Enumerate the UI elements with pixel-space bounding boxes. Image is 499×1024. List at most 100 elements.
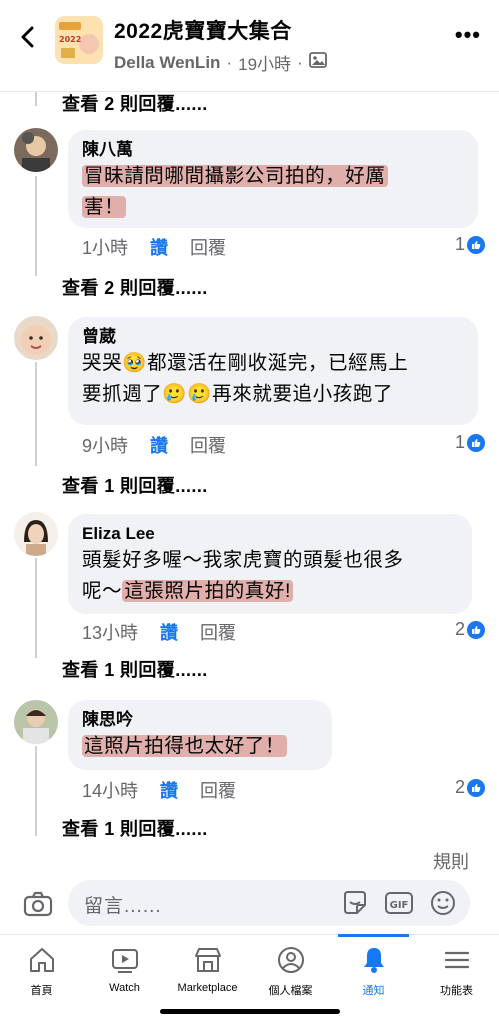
meta-dot: ·: [297, 52, 303, 72]
comment-line: 哭哭🥹都還活在剛收涎完，已經馬上: [82, 352, 409, 374]
avatar[interactable]: [14, 512, 58, 556]
tab-menu[interactable]: 功能表: [415, 935, 498, 1005]
highlight-mark: 這張照片拍的真好!: [122, 580, 294, 602]
view-replies-link[interactable]: 查看 1 則回覆......: [62, 656, 208, 682]
avatar[interactable]: [14, 316, 58, 360]
reaction-count[interactable]: 2: [455, 619, 485, 640]
comment-author[interactable]: Eliza Lee: [82, 523, 458, 545]
comment-author[interactable]: 陳八萬: [82, 139, 464, 161]
reply-button[interactable]: 回覆: [190, 234, 226, 260]
bell-icon: [359, 945, 389, 975]
tab-label: 通知: [362, 985, 385, 997]
post-author[interactable]: Della WenLin: [114, 53, 220, 73]
comment-time[interactable]: 13小時: [82, 619, 138, 645]
tab-label: 功能表: [440, 985, 473, 997]
photo-icon: [308, 52, 327, 73]
comment-composer: 留言...... GIF: [0, 880, 499, 930]
tab-home[interactable]: 首頁: [0, 935, 83, 1005]
comment-time[interactable]: 1小時: [82, 234, 128, 260]
tab-label: Watch: [109, 982, 140, 994]
reaction-number: 1: [454, 432, 465, 452]
like-button[interactable]: 讚: [150, 432, 168, 458]
highlight-mark: 這照片拍得也太好了！: [82, 735, 288, 757]
like-button[interactable]: 讚: [160, 619, 178, 645]
comment-actions: 1小時 讚 回覆: [82, 234, 226, 260]
post-meta: Della WenLin · 19小時 ·: [114, 50, 327, 75]
tab-label: 個人檔案: [268, 985, 313, 997]
view-replies-link[interactable]: 查看 2 則回覆......: [62, 274, 208, 300]
comment-bubble: 陳思吟 這照片拍得也太好了！: [68, 700, 332, 770]
camera-icon[interactable]: [22, 888, 54, 920]
comment-input[interactable]: 留言...... GIF: [68, 880, 470, 926]
like-reaction-icon: [467, 778, 485, 797]
comment-text: 頭髮好多喔～我家虎寶的頭髮也很多 呢～ 這張照片拍的真好!: [82, 545, 458, 607]
reply-button[interactable]: 回覆: [190, 432, 226, 458]
composer-icons: GIF: [340, 888, 458, 918]
thread-line: [35, 746, 37, 836]
sticker-icon[interactable]: [340, 888, 370, 918]
view-replies-link[interactable]: 查看 1 則回覆......: [62, 472, 208, 498]
comment-bubble: Eliza Lee 頭髮好多喔～我家虎寶的頭髮也很多 呢～ 這張照片拍的真好!: [68, 514, 472, 614]
reaction-number: 2: [454, 619, 465, 639]
gif-icon[interactable]: GIF: [384, 888, 414, 918]
marketplace-icon: [193, 945, 223, 975]
tab-label: Marketplace: [177, 982, 238, 994]
reaction-count[interactable]: 1: [455, 432, 485, 453]
profile-icon: [276, 945, 306, 975]
tab-notifications[interactable]: 通知: [332, 934, 415, 1005]
comment-author[interactable]: 陳思吟: [82, 709, 318, 731]
like-reaction-icon: [467, 235, 485, 254]
comment-time[interactable]: 14小時: [82, 777, 138, 803]
reaction-count[interactable]: 2: [455, 777, 485, 798]
reaction-number: 1: [454, 234, 465, 254]
comment-text: 哭哭🥹都還活在剛收涎完，已經馬上 要抓週了🥲🥲再來就要追小孩跑了: [82, 348, 464, 410]
tab-label: 首頁: [30, 985, 53, 997]
like-reaction-icon: [467, 433, 485, 452]
thread-line: [35, 558, 37, 658]
thread-line: [35, 92, 37, 106]
menu-icon: [442, 945, 472, 975]
group-title[interactable]: 2022虎寶寶大集合: [114, 15, 292, 45]
comment-bubble: 陳八萬 冒昧請問哪間攝影公司拍的，好厲 害！: [68, 130, 478, 228]
meta-dot: ·: [226, 52, 233, 72]
group-avatar[interactable]: 2022: [55, 16, 103, 64]
tab-marketplace[interactable]: Marketplace: [166, 935, 249, 1005]
watch-icon: [110, 945, 140, 975]
home-icon: [27, 945, 57, 975]
emoji-icon[interactable]: [428, 888, 458, 918]
comment-placeholder: 留言......: [84, 896, 162, 917]
tab-profile[interactable]: 個人檔案: [249, 935, 332, 1005]
reaction-number: 2: [454, 777, 465, 797]
view-replies-link[interactable]: 查看 1 則回覆......: [62, 815, 208, 841]
comment-time[interactable]: 9小時: [82, 432, 128, 458]
reply-button[interactable]: 回覆: [200, 777, 236, 803]
tab-watch[interactable]: Watch: [83, 935, 166, 1005]
back-icon[interactable]: [14, 20, 42, 54]
view-replies-link[interactable]: 查看 2 則回覆......: [62, 90, 208, 116]
like-button[interactable]: 讚: [160, 777, 178, 803]
svg-text:2022: 2022: [59, 35, 81, 44]
comment-author[interactable]: 曾葳: [82, 326, 464, 348]
comment-actions: 9小時 讚 回覆: [82, 432, 226, 458]
comment-text: 這照片拍得也太好了！: [82, 731, 318, 762]
rules-link[interactable]: 規則: [433, 848, 469, 874]
thread-line: [35, 176, 37, 276]
more-options-icon[interactable]: •••: [455, 22, 481, 48]
home-indicator: [160, 1009, 340, 1014]
comment-line: 呢～: [82, 580, 123, 602]
avatar[interactable]: [14, 700, 58, 744]
comment-actions: 13小時 讚 回覆: [82, 619, 236, 645]
like-reaction-icon: [467, 620, 485, 639]
thread-line: [35, 362, 37, 466]
reaction-count[interactable]: 1: [455, 234, 485, 255]
svg-text:GIF: GIF: [390, 900, 409, 911]
reply-button[interactable]: 回覆: [200, 619, 236, 645]
comment-actions: 14小時 讚 回覆: [82, 777, 236, 803]
comment-line: 頭髮好多喔～我家虎寶的頭髮也很多: [82, 549, 404, 571]
comment-text: 冒昧請問哪間攝影公司拍的，好厲 害！: [82, 161, 464, 223]
highlight-mark: 冒昧請問哪間攝影公司拍的，好厲: [82, 165, 388, 187]
like-button[interactable]: 讚: [150, 234, 168, 260]
highlight-mark: 害！: [82, 196, 127, 218]
post-time[interactable]: 19小時: [238, 50, 291, 75]
avatar[interactable]: [14, 128, 58, 172]
